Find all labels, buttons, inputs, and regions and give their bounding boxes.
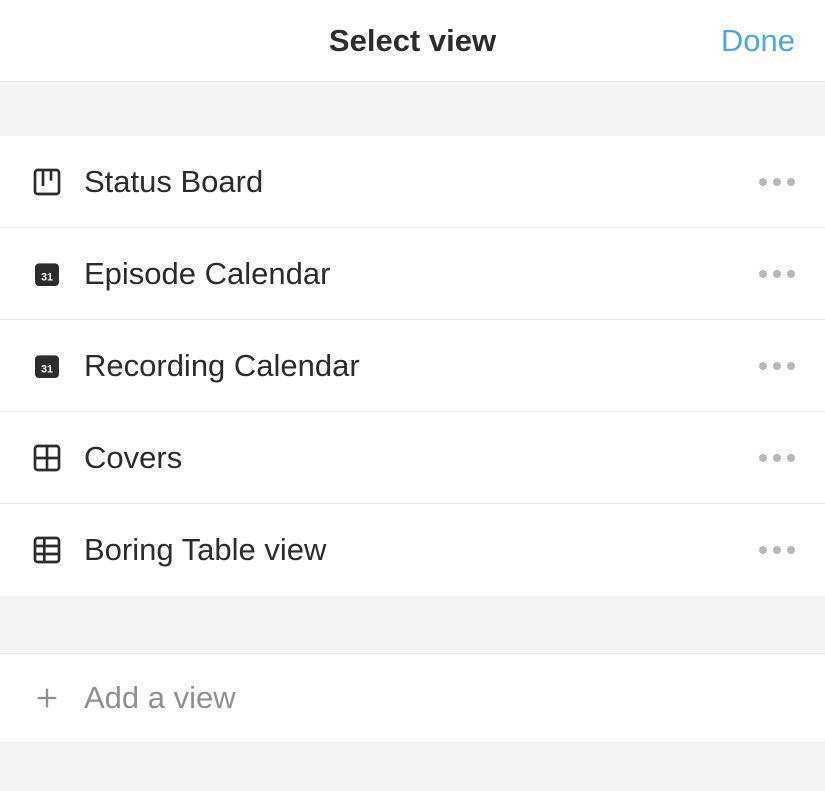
svg-text:31: 31 — [41, 363, 53, 375]
view-item-label: Recording Calendar — [84, 348, 759, 384]
calendar-icon: 31 — [30, 349, 64, 383]
modal-header: Select view Done — [0, 0, 825, 82]
more-icon[interactable] — [759, 546, 795, 554]
board-icon — [30, 165, 64, 199]
view-item-label: Boring Table view — [84, 532, 759, 568]
view-item-label: Status Board — [84, 164, 759, 200]
view-item-status-board[interactable]: Status Board — [0, 136, 825, 228]
views-list: Status Board 31 Episode Calendar 31 Reco… — [0, 136, 825, 596]
section-spacer — [0, 82, 825, 136]
calendar-icon: 31 — [30, 257, 64, 291]
gallery-icon — [30, 441, 64, 475]
modal-title: Select view — [329, 23, 496, 59]
view-item-covers[interactable]: Covers — [0, 412, 825, 504]
view-item-boring-table[interactable]: Boring Table view — [0, 504, 825, 596]
table-icon — [30, 533, 64, 567]
view-item-label: Episode Calendar — [84, 256, 759, 292]
view-item-recording-calendar[interactable]: 31 Recording Calendar — [0, 320, 825, 412]
more-icon[interactable] — [759, 454, 795, 462]
view-item-episode-calendar[interactable]: 31 Episode Calendar — [0, 228, 825, 320]
add-view-button[interactable]: Add a view — [0, 653, 825, 743]
section-spacer — [0, 596, 825, 653]
add-view-label: Add a view — [84, 680, 236, 716]
more-icon[interactable] — [759, 270, 795, 278]
svg-text:31: 31 — [41, 271, 53, 283]
done-button[interactable]: Done — [721, 23, 795, 59]
more-icon[interactable] — [759, 178, 795, 186]
view-item-label: Covers — [84, 440, 759, 476]
plus-icon — [30, 681, 64, 715]
more-icon[interactable] — [759, 362, 795, 370]
